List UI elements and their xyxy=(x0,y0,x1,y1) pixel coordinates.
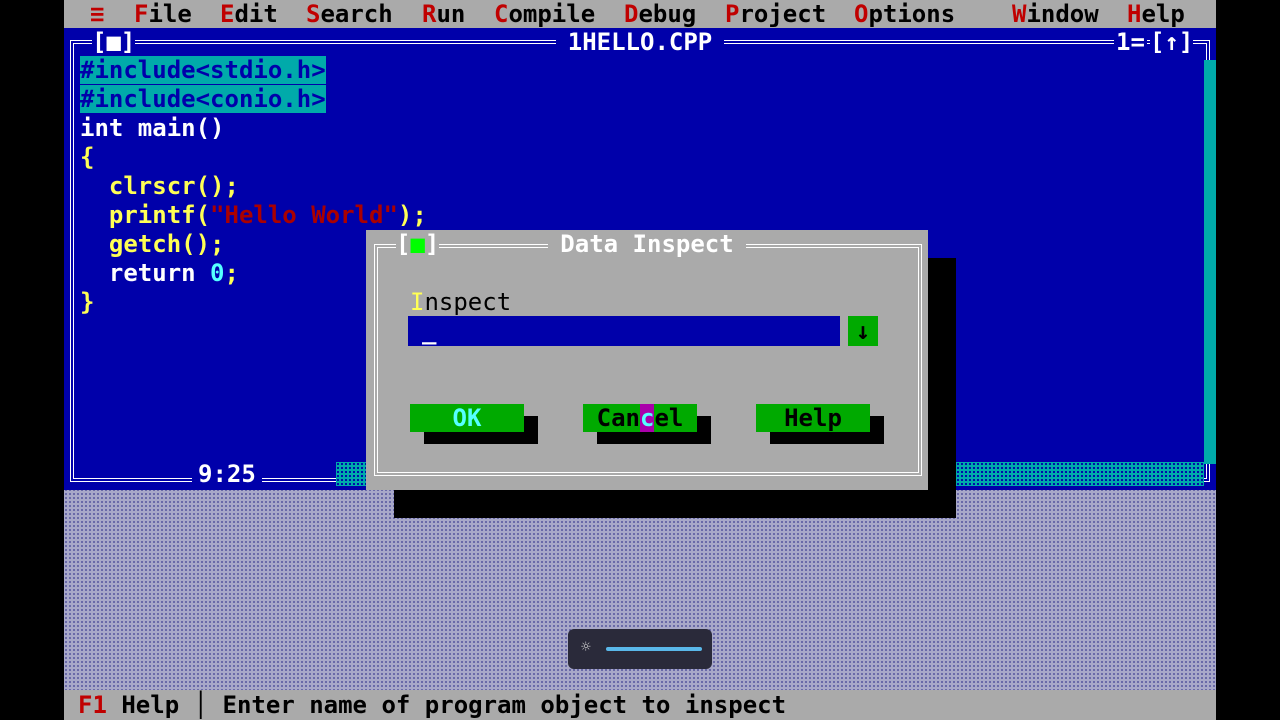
brightness-overlay[interactable]: ☼ xyxy=(568,629,712,669)
code-line-1[interactable]: #include<stdio.h> xyxy=(80,56,326,85)
code-line-4[interactable]: { xyxy=(80,143,94,172)
menu-run[interactable]: Run xyxy=(422,0,465,28)
code-line-3[interactable]: int main() xyxy=(80,114,225,143)
menu-options[interactable]: Options xyxy=(854,0,955,28)
code-line-8[interactable]: return 0; xyxy=(80,259,239,288)
brightness-icon: ☼ xyxy=(581,637,591,656)
brightness-slider[interactable] xyxy=(606,647,702,651)
code-line-9[interactable]: } xyxy=(80,288,94,317)
status-message: Enter name of program object to inspect xyxy=(222,691,787,719)
editor-title-bar: 1HELLO.CPP xyxy=(64,28,1216,56)
vertical-scrollbar[interactable] xyxy=(1204,60,1216,464)
system-menu-icon[interactable]: ≡ xyxy=(90,0,104,28)
data-inspect-dialog[interactable]: Data Inspect [■] Inspect _ ↓ OK Cancel H… xyxy=(366,230,928,490)
close-icon: ■ xyxy=(410,230,425,258)
turbo-cpp-screen: ≡ File Edit Search Run Compile Debug Pro… xyxy=(64,0,1216,720)
menu-bar: ≡ File Edit Search Run Compile Debug Pro… xyxy=(64,0,1216,28)
code-line-2[interactable]: #include<conio.h> xyxy=(80,85,326,114)
menu-file[interactable]: File xyxy=(134,0,192,28)
menu-debug[interactable]: Debug xyxy=(624,0,696,28)
menu-project[interactable]: Project xyxy=(725,0,826,28)
zoom-box[interactable]: [↑] xyxy=(1150,28,1194,56)
dialog-title-bar: Data Inspect xyxy=(366,230,928,258)
f1-help-label[interactable]: Help xyxy=(107,691,179,719)
inspect-input[interactable]: _ xyxy=(408,316,840,346)
editor-title: 1HELLO.CPP xyxy=(555,28,725,56)
window-number: 1= xyxy=(1114,28,1147,56)
code-line-6[interactable]: printf("Hello World"); xyxy=(80,201,427,230)
cursor-position: 9:25 xyxy=(192,460,262,488)
menu-help[interactable]: Help xyxy=(1127,0,1185,28)
menu-search[interactable]: Search xyxy=(306,0,393,28)
ok-button[interactable]: OK xyxy=(410,404,524,432)
menu-compile[interactable]: Compile xyxy=(494,0,595,28)
help-button[interactable]: Help xyxy=(756,404,870,432)
cancel-button[interactable]: Cancel xyxy=(583,404,697,432)
dialog-close-box[interactable]: [■] xyxy=(396,230,440,258)
inspect-label: Inspect xyxy=(410,288,512,316)
history-dropdown-arrow-icon[interactable]: ↓ xyxy=(848,316,878,346)
status-bar: F1 Help │ Enter name of program object t… xyxy=(64,690,1216,720)
code-line-7[interactable]: getch(); xyxy=(80,230,225,259)
code-line-5[interactable]: clrscr(); xyxy=(80,172,239,201)
menu-edit[interactable]: Edit xyxy=(220,0,278,28)
menu-window[interactable]: Window xyxy=(1012,0,1099,28)
f1-key[interactable]: F1 xyxy=(78,691,107,719)
dialog-title: Data Inspect xyxy=(548,230,746,258)
